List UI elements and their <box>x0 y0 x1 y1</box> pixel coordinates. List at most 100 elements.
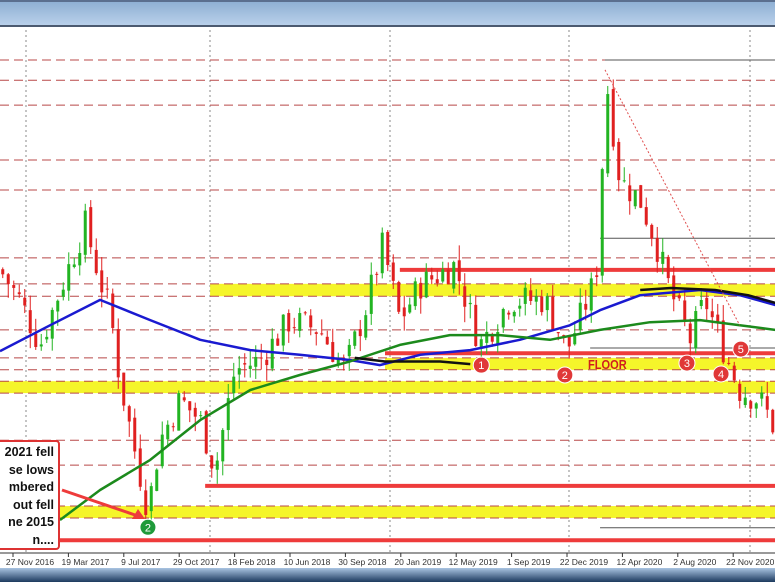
candle <box>199 415 203 417</box>
candle <box>369 274 373 314</box>
candle <box>452 262 456 289</box>
candle <box>611 89 615 147</box>
candle <box>710 311 714 318</box>
candle <box>254 356 258 367</box>
candle <box>446 269 450 285</box>
candle <box>320 333 324 335</box>
candle <box>353 331 357 346</box>
candle <box>479 339 483 348</box>
x-axis-tick-label: 18 Feb 2018 <box>228 557 276 567</box>
candle <box>127 406 131 422</box>
callout-line: se lows <box>8 462 54 477</box>
candle <box>655 237 659 262</box>
candle <box>72 264 76 267</box>
candle <box>457 260 461 282</box>
candle <box>281 314 285 346</box>
candle <box>771 409 775 433</box>
200-week-ma <box>59 318 775 522</box>
x-axis-tick-label: 30 Sep 2018 <box>338 557 386 567</box>
candle <box>380 232 384 274</box>
candle <box>435 279 439 284</box>
candle <box>622 180 626 182</box>
candle <box>78 253 82 266</box>
candle <box>463 286 467 307</box>
candle <box>617 141 621 181</box>
x-axis-tick-label: 2 Aug 2020 <box>673 557 716 567</box>
candle <box>529 290 533 301</box>
candle <box>182 397 186 401</box>
candle <box>232 376 236 394</box>
candle <box>485 331 489 343</box>
candle <box>221 430 225 462</box>
callout-line: n.... <box>32 532 54 547</box>
candle <box>105 288 109 290</box>
candle <box>540 296 544 313</box>
candle <box>523 287 527 304</box>
candle <box>1 269 5 275</box>
candle <box>166 424 170 440</box>
candle <box>210 455 214 469</box>
candle <box>683 300 687 321</box>
candle <box>34 333 38 347</box>
candle <box>732 365 736 381</box>
candle <box>292 327 296 329</box>
candle <box>727 362 731 364</box>
candle <box>639 185 643 208</box>
candle <box>743 397 747 406</box>
candle <box>28 310 32 334</box>
support-zone <box>0 381 775 394</box>
candle <box>677 295 681 299</box>
candle <box>688 323 692 344</box>
x-axis-tick-label: 20 Jan 2019 <box>394 557 441 567</box>
candle <box>699 300 703 306</box>
candle <box>661 251 665 264</box>
candle <box>215 460 219 470</box>
candle <box>518 305 522 309</box>
candle <box>325 336 329 345</box>
candle <box>287 313 291 332</box>
candle <box>259 357 263 359</box>
candle <box>56 300 60 312</box>
candlestick-chart: 1 2 3 4 5 2 27 Nov 2016 19 Mar 2017 9 Jul 2017 29… <box>0 30 775 567</box>
candle <box>501 309 505 328</box>
candle <box>705 297 709 310</box>
candle <box>193 407 197 417</box>
candle <box>111 293 115 328</box>
candle <box>177 393 181 431</box>
candle <box>419 282 423 299</box>
candle <box>512 311 516 317</box>
candle <box>507 312 511 315</box>
candle <box>600 169 604 276</box>
candle <box>149 486 153 512</box>
candle <box>578 302 582 331</box>
candle <box>270 338 274 369</box>
floor-annotation: FLOOR <box>588 357 627 372</box>
candle <box>551 296 555 330</box>
candle <box>39 344 43 347</box>
candle <box>408 304 412 313</box>
candle <box>402 307 406 317</box>
x-axis-tick-label: 10 Jun 2018 <box>284 557 331 567</box>
candle <box>6 274 10 285</box>
candle <box>375 273 379 275</box>
candle <box>83 210 87 255</box>
candle <box>765 396 769 410</box>
candle <box>276 338 280 346</box>
candle <box>237 368 241 375</box>
candle <box>633 190 637 207</box>
candle <box>144 490 148 515</box>
candle <box>534 296 538 302</box>
candle <box>298 313 302 331</box>
candle <box>265 359 269 366</box>
x-axis-tick-label: 29 Oct 2017 <box>173 557 220 567</box>
candle <box>441 269 445 282</box>
candle <box>413 281 417 307</box>
candle <box>243 363 247 365</box>
candle <box>721 320 725 363</box>
callout-line: out fell <box>13 497 54 512</box>
candle <box>94 249 98 274</box>
marker-label: 2 <box>562 370 568 382</box>
candle <box>666 256 670 279</box>
candle <box>760 392 764 399</box>
candle <box>116 329 120 378</box>
